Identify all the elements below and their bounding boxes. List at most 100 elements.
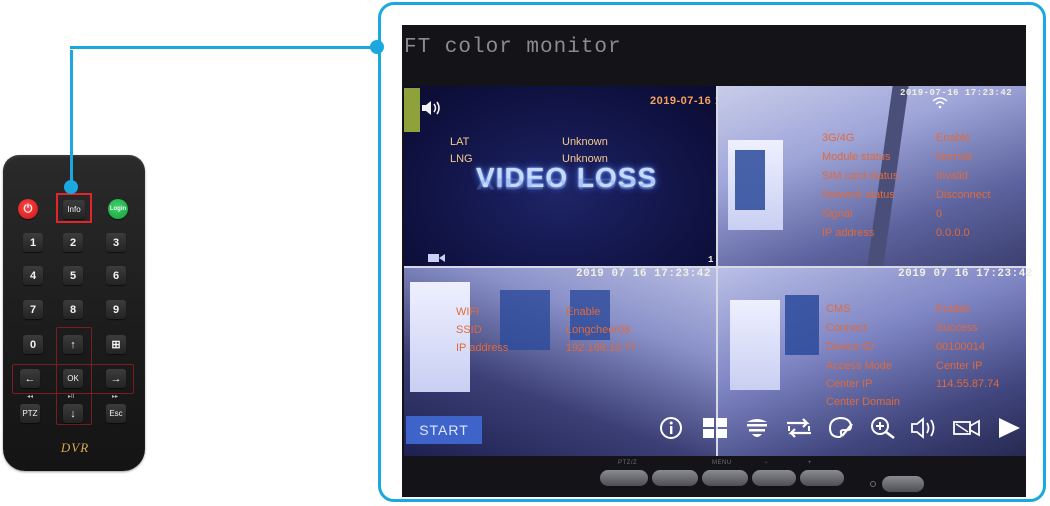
- cycle-arrows-icon: [787, 418, 811, 438]
- num-5-button[interactable]: 5: [63, 266, 83, 285]
- ch2-label-4: Network status: [822, 189, 895, 201]
- sequence-button[interactable]: [784, 414, 814, 442]
- callout-line-vertical: [70, 50, 73, 188]
- bezel-menu-button[interactable]: [702, 470, 748, 486]
- login-button[interactable]: Login: [108, 199, 128, 219]
- ch2-label-2: Module status: [822, 151, 891, 163]
- ptz-button[interactable]: PTZ: [20, 404, 40, 423]
- info-button-highlight: [56, 193, 92, 223]
- ch2-value-5: 0: [936, 208, 943, 220]
- ch3-value-3: 192.168.10.77: [566, 342, 637, 354]
- ch4-value-5: 114.55.87.74: [936, 378, 1000, 390]
- camera-icon: [428, 250, 446, 262]
- video-loss-reflection: VIDEO LOSS: [476, 174, 658, 192]
- ch3-label-2: SSID: [456, 324, 482, 336]
- ch2-value-3: Invalid: [936, 170, 968, 182]
- ch3-label-1: WIFI: [456, 306, 480, 318]
- ch2-value-6: 0.0.0.0: [936, 227, 970, 239]
- ch4-value-3: 00100014: [936, 341, 985, 353]
- record-button[interactable]: [952, 414, 982, 442]
- left-button[interactable]: ←: [20, 369, 40, 388]
- num-2-button[interactable]: 2: [63, 233, 83, 252]
- ch4-window-decor: [730, 300, 780, 390]
- grid-icon: ⊞: [111, 339, 121, 351]
- ch2-label-1: 3G/4G: [822, 132, 855, 144]
- grid-view-button[interactable]: ⊞: [106, 335, 126, 354]
- power-icon: ⏻: [23, 202, 33, 215]
- num-6-button[interactable]: 6: [106, 266, 126, 285]
- ch3-window-decor: [410, 282, 470, 392]
- remote-brand-label: DVR: [60, 440, 90, 455]
- ch4-value-1: Enable: [936, 303, 971, 315]
- up-button[interactable]: ↑: [63, 335, 83, 354]
- volume-icon: [911, 417, 935, 439]
- video-camera-icon: [953, 419, 980, 437]
- bezel-minus-button[interactable]: [752, 470, 796, 486]
- ch3-blind-decor: [500, 290, 550, 350]
- num-8-button[interactable]: 8: [63, 300, 83, 319]
- split-view-button[interactable]: [700, 414, 730, 442]
- ch4-label-5: Center IP: [826, 378, 873, 390]
- ch4-blind-decor: [785, 295, 819, 355]
- zoom-button[interactable]: [868, 414, 898, 442]
- ch3-value-2: Longcheer08: [566, 324, 631, 336]
- num-1-button[interactable]: 1: [23, 233, 43, 252]
- ch1-lng-label: LNG: [450, 153, 473, 165]
- ch3-timestamp: 2019 07 16 17:23:42: [576, 268, 711, 280]
- split-screen-icon: [703, 418, 727, 438]
- zoom-in-icon: [871, 417, 895, 440]
- speaker-icon: [420, 100, 442, 116]
- bezel-ptz-button[interactable]: [600, 470, 648, 486]
- palette-icon: [828, 416, 853, 439]
- bezel-power-icon: [870, 481, 876, 487]
- right-button[interactable]: →: [106, 369, 126, 388]
- rewind-icon: ◂◂: [27, 394, 34, 400]
- fast-forward-icon: ▸▸: [112, 394, 119, 400]
- color-settings-button[interactable]: [826, 414, 856, 442]
- ch2-blind-decor: [735, 150, 765, 210]
- ch4-label-1: CMS: [826, 303, 851, 315]
- ptz-control-button[interactable]: [742, 414, 772, 442]
- ch4-label-3: Device ID: [826, 341, 874, 353]
- bezel-menu-label: MENU: [712, 460, 732, 466]
- ch1-lat-value: Unknown: [562, 136, 608, 148]
- down-button[interactable]: ↓: [63, 404, 83, 423]
- ch4-label-2: Connect: [826, 322, 867, 334]
- ch2-label-5: Signal: [822, 208, 853, 220]
- ch2-label-6: IP address: [822, 227, 875, 239]
- bezel-plus-label: +: [808, 460, 813, 466]
- ch1-lat-label: LAT: [450, 136, 470, 148]
- bezel-power-button[interactable]: [882, 476, 924, 492]
- ok-button[interactable]: OK: [63, 369, 83, 388]
- ch2-label-3: SIM card status: [822, 170, 899, 182]
- ch2-value-2: Normal: [936, 151, 972, 163]
- start-button[interactable]: START: [406, 416, 482, 444]
- power-button[interactable]: ⏻: [18, 199, 38, 219]
- info-icon: [660, 417, 682, 439]
- num-4-button[interactable]: 4: [23, 266, 43, 285]
- ch4-timestamp: 2019 07 16 17:23:42: [898, 268, 1033, 280]
- callout-line-horizontal: [70, 46, 380, 49]
- bezel-minus-label: −: [764, 460, 769, 466]
- dome-camera-icon: [747, 419, 767, 437]
- num-9-button[interactable]: 9: [106, 300, 126, 319]
- ch3-label-3: IP address: [456, 342, 509, 354]
- num-0-button[interactable]: 0: [23, 335, 43, 354]
- ch2-value-1: Enable: [936, 132, 971, 144]
- bezel-source-button[interactable]: [652, 470, 698, 486]
- bezel-plus-button[interactable]: [800, 470, 844, 486]
- bezel-ptz-label: PTZ/Z: [618, 460, 638, 466]
- ch4-label-6: Center Domain: [826, 396, 900, 408]
- volume-button[interactable]: [910, 414, 940, 442]
- esc-button[interactable]: Esc: [106, 404, 126, 423]
- num-7-button[interactable]: 7: [23, 300, 43, 319]
- callout-dot-remote: [64, 180, 78, 194]
- ch4-label-4: Access Mode: [826, 360, 893, 372]
- monitor-brand: FT color monitor: [404, 36, 622, 59]
- ch1-number: 1: [708, 255, 714, 265]
- info-menu-button[interactable]: [656, 414, 686, 442]
- playback-button[interactable]: [994, 414, 1024, 442]
- ch4-value-2: Success: [936, 322, 978, 334]
- num-3-button[interactable]: 3: [106, 233, 126, 252]
- grid-divider-horizontal: [404, 266, 1026, 268]
